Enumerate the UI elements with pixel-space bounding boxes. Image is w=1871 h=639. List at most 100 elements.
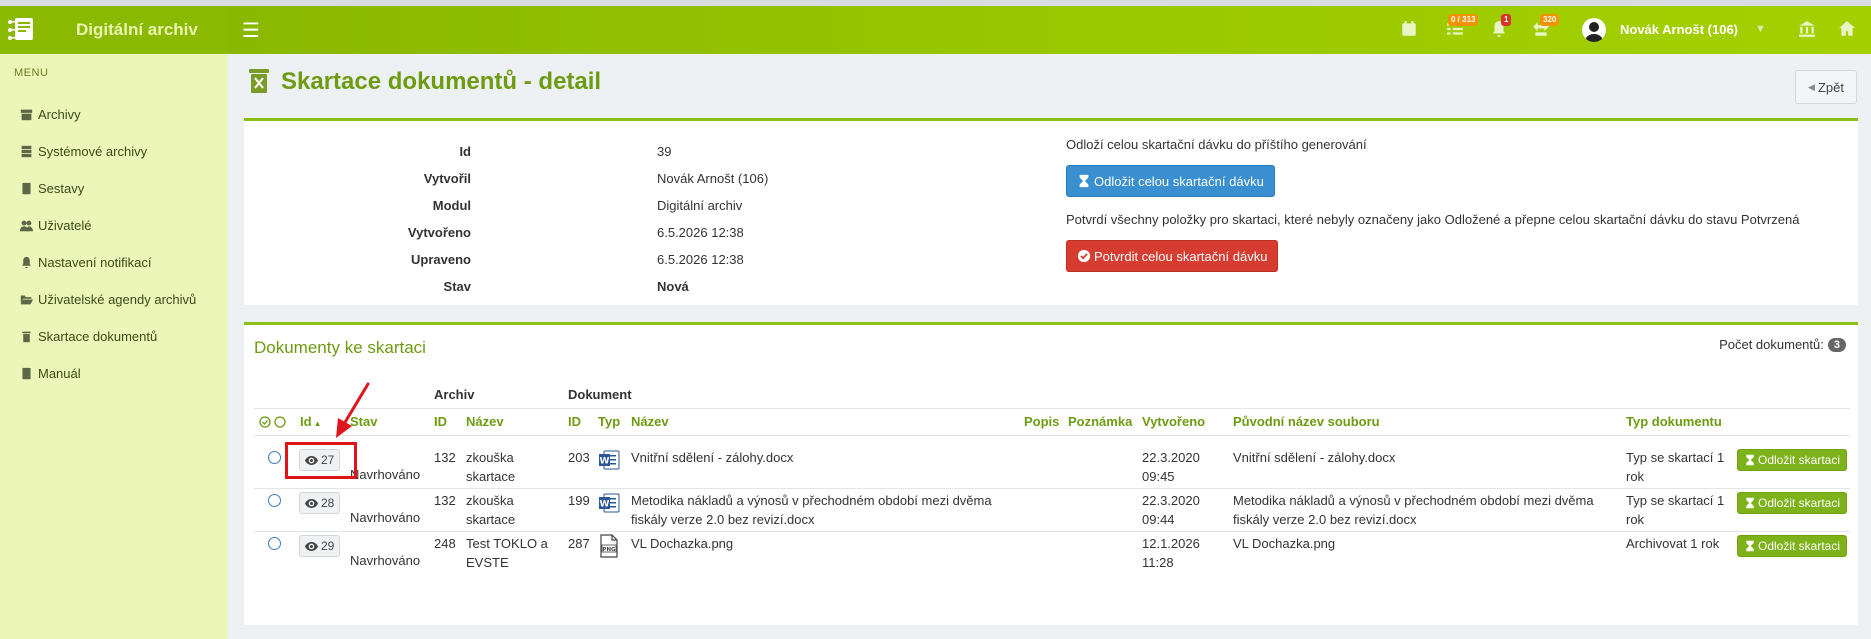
- menu-toggle-icon[interactable]: ☰: [242, 18, 260, 43]
- messages-icon[interactable]: 320: [1530, 14, 1560, 40]
- calendar-icon[interactable]: [1398, 18, 1420, 40]
- row-doc-name-cont[interactable]: fiskály verze 2.0 bez revizí.docx: [631, 510, 815, 529]
- row-stav: Navrhováno: [350, 467, 421, 482]
- messages-badge: 320: [1540, 14, 1560, 26]
- row-stav: Navrhováno: [350, 510, 421, 525]
- defer-description: Odloží celou skartační dávku do příštího…: [1066, 137, 1367, 152]
- defer-row-button-label: Odložit skartaci: [1758, 539, 1841, 553]
- documents-count-label: Počet dokumentů:: [1719, 337, 1824, 352]
- column-header-archive-id[interactable]: ID: [434, 414, 447, 429]
- hourglass-icon: [1079, 174, 1089, 188]
- hourglass-icon: [1746, 540, 1754, 552]
- notification-bell-icon[interactable]: 1: [1488, 14, 1512, 40]
- sidebar-item-label: Uživatelské agendy archivů: [38, 291, 197, 307]
- sidebar-item-label: Manuál: [38, 365, 81, 381]
- sidebar-item-label: Skartace dokumentů: [38, 328, 158, 344]
- defer-row-button[interactable]: Odložit skartaci: [1737, 535, 1848, 557]
- divider: [254, 531, 1850, 532]
- confirm-batch-button[interactable]: Potvrdit celou skartační dávku: [1066, 240, 1279, 272]
- home-icon[interactable]: [1836, 18, 1858, 40]
- column-header-typ[interactable]: Typ: [598, 414, 620, 429]
- row-select-radio[interactable]: [268, 494, 281, 507]
- sidebar-item-skartace-dokumentu[interactable]: Skartace dokumentů: [18, 325, 157, 347]
- row-archive-name-cont: EVSTE: [466, 555, 509, 570]
- column-header-original-name[interactable]: Původní název souboru: [1233, 414, 1380, 429]
- column-header-id[interactable]: Id ▲: [300, 414, 321, 429]
- row-doc-name[interactable]: VL Dochazka.png: [631, 534, 733, 553]
- user-name[interactable]: Novák Arnošt (106): [1620, 22, 1738, 37]
- tasks-badge: 0 / 313: [1448, 14, 1479, 26]
- row-created-time: 09:45: [1142, 469, 1175, 484]
- sidebar-item-systemove-archivy[interactable]: Systémové archivy: [18, 140, 147, 162]
- check-circle-icon: [1077, 249, 1091, 263]
- column-header-poznamka[interactable]: Poznámka: [1068, 414, 1132, 429]
- chevron-down-icon[interactable]: ▼: [1755, 23, 1766, 35]
- sidebar-item-archivy[interactable]: Archivy: [18, 103, 81, 125]
- sidebar-item-sestavy[interactable]: Sestavy: [18, 177, 84, 199]
- field-label-vytvoreno: Vytvořeno: [407, 225, 471, 240]
- sidebar-item-label: Sestavy: [38, 180, 85, 196]
- row-doc-name[interactable]: Vnitřní sdělení - zálohy.docx: [631, 448, 793, 467]
- row-doc-type: Typ se skartací 1: [1626, 493, 1725, 508]
- documents-count: Počet dokumentů: 3: [1719, 337, 1846, 352]
- app-title: Digitální archiv: [76, 20, 198, 39]
- row-created-time: 09:44: [1142, 512, 1175, 527]
- sidebar-item-nastaveni-notifikaci[interactable]: Nastavení notifikací: [18, 251, 151, 273]
- column-header-doc-type[interactable]: Typ dokumentu: [1626, 414, 1722, 429]
- top-navbar: Digitální archiv ☰ 0 / 313 1 320 Novák A…: [0, 6, 1871, 54]
- row-doc-name[interactable]: Metodika nákladů a výnosů v přechodném o…: [631, 491, 992, 510]
- column-header-archive-name[interactable]: Název: [466, 414, 504, 429]
- row-select-radio[interactable]: [268, 451, 281, 464]
- documents-section-title: Dokumenty ke skartaci: [254, 338, 426, 357]
- server-icon: [18, 143, 34, 159]
- sidebar-menu-header: MENU: [14, 67, 49, 79]
- chevron-left-icon: ◀: [1808, 81, 1815, 92]
- view-detail-button[interactable]: 29: [299, 535, 341, 557]
- row-doc-id: 203: [568, 450, 590, 465]
- trash-icon: [18, 328, 34, 344]
- defer-row-button[interactable]: Odložit skartaci: [1737, 449, 1848, 471]
- row-original-name: Vnitřní sdělení - zálohy.docx: [1233, 450, 1396, 465]
- row-stav: Navrhováno: [350, 553, 421, 568]
- defer-batch-button[interactable]: Odložit celou skartační dávku: [1066, 165, 1275, 197]
- users-icon: [18, 217, 34, 233]
- row-select-radio[interactable]: [268, 537, 281, 550]
- svg-text:W: W: [600, 457, 610, 467]
- group-header-archive: Archiv: [434, 387, 475, 402]
- sidebar: MENU Archivy Systémové archivy Sestavy U…: [0, 54, 228, 639]
- trash-icon: [249, 69, 269, 93]
- column-header-popis[interactable]: Popis: [1024, 414, 1059, 429]
- field-label-stav: Stav: [443, 279, 471, 294]
- column-header-doc-name[interactable]: Název: [631, 414, 669, 429]
- sidebar-item-uzivatelske-agendy[interactable]: Uživatelské agendy archivů: [18, 288, 196, 310]
- column-header-vytvoreno[interactable]: Vytvořeno: [1142, 414, 1205, 429]
- eye-icon: [305, 498, 318, 508]
- sidebar-item-manual[interactable]: Manuál: [18, 362, 81, 384]
- view-detail-button[interactable]: 28: [299, 492, 341, 514]
- row-doc-type: Archivovat 1 rok: [1626, 536, 1720, 551]
- annotation-highlight-box: [285, 442, 357, 479]
- folder-open-icon: [18, 291, 34, 307]
- group-header-document: Dokument: [568, 387, 632, 402]
- bell-icon: [18, 254, 34, 270]
- user-avatar[interactable]: [1582, 18, 1606, 42]
- back-button[interactable]: ◀ Zpět: [1795, 70, 1857, 104]
- deselect-all-circle-icon[interactable]: [274, 416, 286, 428]
- word-icon: W: [599, 450, 620, 470]
- row-archive-id: 132: [434, 493, 456, 508]
- field-value-modul: Digitální archiv: [657, 198, 743, 213]
- sidebar-item-uzivatele[interactable]: Uživatelé: [18, 214, 91, 236]
- defer-row-button[interactable]: Odložit skartaci: [1737, 492, 1848, 514]
- sidebar-item-label: Systémové archivy: [38, 143, 148, 159]
- annotation-arrow: [336, 382, 370, 438]
- brand-area[interactable]: Digitální archiv: [0, 6, 228, 54]
- sidebar-item-label: Archivy: [38, 106, 81, 122]
- select-all-check-icon[interactable]: [259, 416, 271, 428]
- row-doc-id: 199: [568, 493, 590, 508]
- column-header-doc-id[interactable]: ID: [568, 414, 581, 429]
- hourglass-icon: [1746, 454, 1754, 466]
- row-archive-name: zkouška: [466, 450, 514, 465]
- institution-icon[interactable]: [1796, 18, 1818, 40]
- tasks-icon[interactable]: 0 / 313: [1444, 14, 1479, 40]
- defer-row-button-label: Odložit skartaci: [1758, 453, 1841, 467]
